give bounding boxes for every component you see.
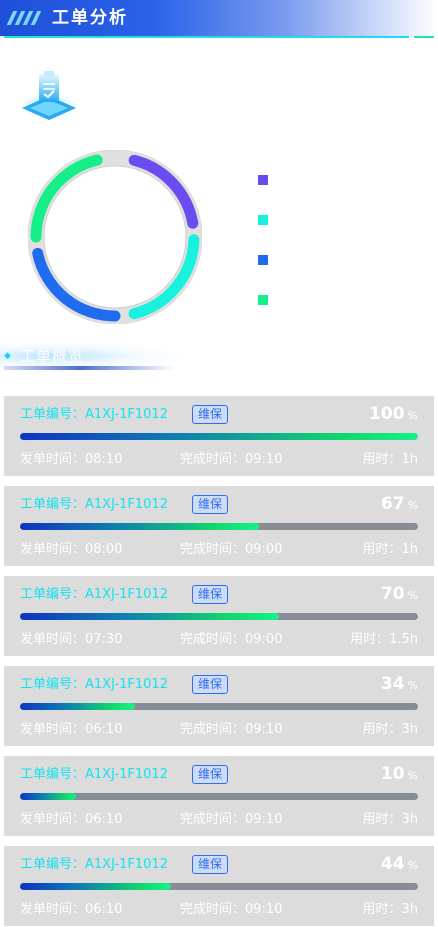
dispatch-time: 发单时间：06:10 [20, 812, 123, 827]
duration: 用时：1.5h [350, 632, 418, 647]
progress-fill [20, 703, 136, 710]
order-card[interactable]: 工单编号：A1XJ-1F1012 维保 70% 发单时间：07:30 完成时间：… [4, 576, 434, 656]
dispatch-time: 发单时间：06:10 [20, 902, 123, 917]
order-card[interactable]: 工单编号：A1XJ-1F1012 维保 100% 发单时间：08:10 完成时间… [4, 396, 434, 476]
completion-time: 完成时间：09:10 [180, 722, 283, 737]
order-overview-section-header: ◆ 工单概览 [0, 342, 180, 372]
progress-fill [20, 613, 279, 620]
clipboard-emblem-icon [18, 66, 80, 128]
duration: 用时：1h [362, 542, 418, 557]
dispatch-time: 发单时间：07:30 [20, 632, 123, 647]
completion-time: 完成时间：09:10 [180, 812, 283, 827]
order-id: 工单编号：A1XJ-1F1012 [20, 677, 168, 692]
legend-item [258, 294, 276, 306]
duration: 用时：3h [362, 902, 418, 917]
order-percent-value: 100 [369, 404, 405, 424]
legend-item [258, 214, 276, 226]
header-divider-accent [414, 36, 434, 38]
order-type-badge: 维保 [192, 495, 228, 514]
order-status-donut-chart [27, 149, 203, 325]
order-type-badge: 维保 [192, 405, 228, 424]
section-title: 工单概览 [20, 347, 85, 365]
order-id: 工单编号：A1XJ-1F1012 [20, 497, 168, 512]
legend-swatch-green [258, 295, 268, 305]
order-percent-value: 10 [380, 764, 405, 784]
header-divider [4, 36, 409, 38]
progress-fill [20, 433, 418, 440]
order-percent-unit: % [407, 409, 418, 422]
order-percent-value: 70 [380, 584, 405, 604]
progress-track [20, 433, 418, 440]
order-percent-value: 44 [380, 854, 405, 874]
completion-time: 完成时间：09:10 [180, 452, 283, 467]
donut-inner-ring [43, 165, 187, 309]
progress-track [20, 523, 418, 530]
completion-time: 完成时间：09:00 [180, 542, 283, 557]
order-percent: 10% [381, 764, 418, 784]
progress-fill [20, 523, 259, 530]
panel-header: 工单分析 [0, 0, 438, 38]
legend-item [258, 254, 276, 266]
duration: 用时：3h [362, 812, 418, 827]
order-type-badge: 维保 [192, 765, 228, 784]
duration: 用时：1h [362, 452, 418, 467]
legend-swatch-cyan [258, 215, 268, 225]
legend-swatch-blue [258, 255, 268, 265]
order-id: 工单编号：A1XJ-1F1012 [20, 587, 168, 602]
order-type-badge: 维保 [192, 675, 228, 694]
order-percent: 70% [381, 584, 418, 604]
order-percent-unit: % [407, 589, 418, 602]
order-card[interactable]: 工单编号：A1XJ-1F1012 维保 44% 发单时间：06:10 完成时间：… [4, 846, 434, 926]
order-percent-unit: % [407, 679, 418, 692]
order-card[interactable]: 工单编号：A1XJ-1F1012 维保 67% 发单时间：08:00 完成时间：… [4, 486, 434, 566]
page-title: 工单分析 [52, 8, 128, 28]
order-percent-value: 34 [380, 674, 405, 694]
header-stripes-icon [6, 11, 44, 25]
order-card[interactable]: 工单编号：A1XJ-1F1012 维保 34% 发单时间：06:10 完成时间：… [4, 666, 434, 746]
order-percent: 67% [381, 494, 418, 514]
order-id: 工单编号：A1XJ-1F1012 [20, 767, 168, 782]
progress-track [20, 613, 418, 620]
completion-time: 完成时间：09:10 [180, 902, 283, 917]
order-percent-unit: % [407, 499, 418, 512]
order-percent-unit: % [407, 769, 418, 782]
completion-time: 完成时间：09:00 [180, 632, 283, 647]
progress-fill [20, 793, 76, 800]
progress-track [20, 793, 418, 800]
order-percent-unit: % [407, 859, 418, 872]
dispatch-time: 发单时间：06:10 [20, 722, 123, 737]
dispatch-time: 发单时间：08:10 [20, 452, 123, 467]
progress-track [20, 883, 418, 890]
order-id: 工单编号：A1XJ-1F1012 [20, 857, 168, 872]
progress-fill [20, 883, 172, 890]
order-percent: 100% [369, 404, 418, 424]
diamond-bullet-icon: ◆ [4, 351, 11, 361]
order-percent-value: 67 [380, 494, 405, 514]
order-id: 工单编号：A1XJ-1F1012 [20, 407, 168, 422]
order-percent: 44% [381, 854, 418, 874]
legend-item [258, 174, 276, 186]
progress-track [20, 703, 418, 710]
order-type-badge: 维保 [192, 855, 228, 874]
dispatch-time: 发单时间：08:00 [20, 542, 123, 557]
order-type-badge: 维保 [192, 585, 228, 604]
section-underline [4, 366, 174, 370]
order-percent: 34% [381, 674, 418, 694]
order-card[interactable]: 工单编号：A1XJ-1F1012 维保 10% 发单时间：06:10 完成时间：… [4, 756, 434, 836]
legend-swatch-purple [258, 175, 268, 185]
duration: 用时：3h [362, 722, 418, 737]
